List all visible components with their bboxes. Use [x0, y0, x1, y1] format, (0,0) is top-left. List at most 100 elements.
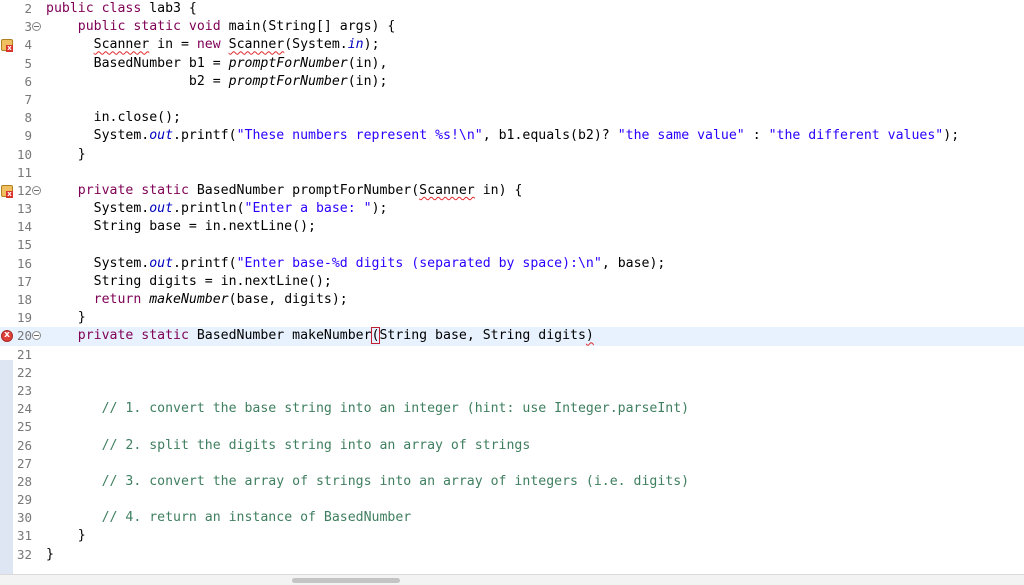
- code-token: main(String[] args) {: [228, 19, 396, 35]
- code-text[interactable]: b2 = promptForNumber(in);: [46, 73, 388, 91]
- code-token: lab3 {: [149, 1, 197, 16]
- scrollbar-thumb[interactable]: [292, 578, 400, 583]
- code-token: (System.: [284, 37, 348, 53]
- code-text[interactable]: private static BasedNumber makeNumber(St…: [46, 327, 594, 345]
- line-number: 28: [16, 473, 32, 489]
- code-text[interactable]: // 1. convert the base string into an in…: [46, 400, 690, 418]
- line-number: 10: [16, 146, 32, 162]
- code-text[interactable]: // 2. split the digits string into an ar…: [46, 437, 531, 455]
- code-text[interactable]: return makeNumber(base, digits);: [46, 291, 348, 309]
- fold-collapse-icon[interactable]: [32, 22, 41, 32]
- code-text[interactable]: }: [46, 146, 86, 164]
- code-line[interactable]: 20 private static BasedNumber makeNumber…: [0, 327, 1024, 346]
- warning-error-icon[interactable]: [1, 39, 13, 53]
- method-call-token: promptForNumber: [228, 73, 348, 89]
- code-line[interactable]: 26 // 2. split the digits string into an…: [0, 437, 1024, 455]
- line-number: 18: [16, 292, 32, 307]
- line-number: 3: [24, 19, 32, 35]
- code-token: String base = in.nextLine();: [46, 219, 316, 235]
- code-line[interactable]: 8 in.close();: [0, 109, 1024, 127]
- line-number: 5: [24, 55, 32, 71]
- code-line[interactable]: 23: [0, 382, 1024, 400]
- code-line[interactable]: 6 b2 = promptForNumber(in);: [0, 73, 1024, 91]
- code-line[interactable]: 13 System.out.println("Enter a base: ");: [0, 200, 1024, 218]
- code-line[interactable]: 15: [0, 236, 1024, 254]
- code-text[interactable]: // 3. convert the array of strings into …: [46, 473, 690, 491]
- code-line[interactable]: 19 }: [0, 309, 1024, 327]
- code-text[interactable]: System.out.printf("These numbers represe…: [46, 127, 960, 145]
- code-line[interactable]: 18 return makeNumber(base, digits);: [0, 291, 1024, 309]
- code-line[interactable]: 12 private static BasedNumber promptForN…: [0, 182, 1024, 200]
- line-number: 19: [16, 310, 32, 326]
- error-token: Scanner: [419, 182, 475, 198]
- code-area[interactable]: 2 public class lab3 {3 public static void…: [0, 0, 1024, 564]
- code-token: }: [46, 528, 86, 544]
- code-token: String base, String digits: [379, 328, 586, 344]
- error-token: Scanner: [93, 37, 150, 53]
- code-line[interactable]: 27: [0, 455, 1024, 473]
- code-line[interactable]: 30 // 4. return an instance of BasedNumb…: [0, 509, 1024, 527]
- code-token: }: [46, 310, 86, 326]
- string-literal: "These numbers represent %s!\n": [236, 128, 483, 144]
- fold-collapse-icon[interactable]: [32, 331, 41, 341]
- code-line[interactable]: 11: [0, 164, 1024, 182]
- code-token: , b1.equals(b2)?: [482, 128, 618, 144]
- error-token: ): [585, 328, 594, 344]
- code-token: .printf(: [173, 255, 237, 271]
- line-number: 8: [24, 110, 32, 126]
- code-editor[interactable]: 2 public class lab3 {3 public static void…: [0, 0, 1024, 585]
- code-token: (base, digits);: [228, 292, 348, 307]
- code-text[interactable]: }: [46, 546, 54, 564]
- line-number: 6: [24, 73, 32, 89]
- code-text[interactable]: }: [46, 527, 86, 545]
- code-line[interactable]: 14 String base = in.nextLine();: [0, 218, 1024, 236]
- code-line[interactable]: 21: [0, 346, 1024, 364]
- code-line[interactable]: 28 // 3. convert the array of strings in…: [0, 473, 1024, 491]
- code-text[interactable]: private static BasedNumber promptForNumb…: [46, 182, 523, 200]
- code-line[interactable]: 2 public class lab3 {: [0, 0, 1024, 18]
- code-text[interactable]: String base = in.nextLine();: [46, 218, 316, 236]
- horizontal-scrollbar[interactable]: [0, 574, 1024, 585]
- fold-collapse-icon[interactable]: [32, 185, 41, 195]
- code-text[interactable]: in.close();: [46, 109, 181, 127]
- code-line[interactable]: 25: [0, 418, 1024, 436]
- code-line[interactable]: 7: [0, 91, 1024, 109]
- code-text[interactable]: // 4. return an instance of BasedNumber: [46, 509, 412, 527]
- code-text[interactable]: public class lab3 {: [46, 0, 197, 18]
- code-text[interactable]: System.out.println("Enter a base: ");: [46, 200, 388, 218]
- code-text[interactable]: }: [46, 309, 86, 327]
- line-number: 29: [16, 492, 32, 508]
- comment-token: // 4. return an instance of BasedNumber: [101, 510, 412, 526]
- static-field-token: out: [149, 128, 174, 144]
- code-text[interactable]: BasedNumber b1 = promptForNumber(in),: [46, 55, 388, 73]
- static-field-token: in: [347, 37, 364, 53]
- code-line[interactable]: 17 String digits = in.nextLine();: [0, 273, 1024, 291]
- code-text[interactable]: String digits = in.nextLine();: [46, 273, 332, 291]
- code-line[interactable]: 31 }: [0, 527, 1024, 545]
- code-line[interactable]: 4 Scanner in = new Scanner(System.in);: [0, 36, 1024, 54]
- code-token: in) {: [474, 182, 523, 198]
- keyword-token: public static void: [77, 19, 229, 35]
- code-token: in.close();: [46, 110, 181, 126]
- code-line[interactable]: 29: [0, 491, 1024, 509]
- code-line[interactable]: 3 public static void main(String[] args)…: [0, 18, 1024, 36]
- code-line[interactable]: 22: [0, 364, 1024, 382]
- code-line[interactable]: 10 }: [0, 146, 1024, 164]
- code-line[interactable]: 9 System.out.printf("These numbers repre…: [0, 127, 1024, 145]
- code-token: System.: [46, 255, 150, 271]
- code-text[interactable]: Scanner in = new Scanner(System.in);: [46, 36, 380, 54]
- line-number: 31: [16, 528, 32, 544]
- line-number: 22: [16, 364, 32, 380]
- line-number: 30: [16, 510, 32, 526]
- code-text[interactable]: System.out.printf("Enter base-%d digits …: [46, 255, 666, 273]
- code-text[interactable]: public static void main(String[] args) {: [46, 18, 396, 36]
- line-number: 16: [16, 255, 32, 271]
- code-line[interactable]: 32}: [0, 546, 1024, 564]
- code-line[interactable]: 16 System.out.printf("Enter base-%d digi…: [0, 255, 1024, 273]
- code-line[interactable]: 24 // 1. convert the base string into an…: [0, 400, 1024, 418]
- line-number: 23: [16, 382, 32, 398]
- warning-error-icon[interactable]: [1, 184, 13, 198]
- code-line[interactable]: 5 BasedNumber b1 = promptForNumber(in),: [0, 55, 1024, 73]
